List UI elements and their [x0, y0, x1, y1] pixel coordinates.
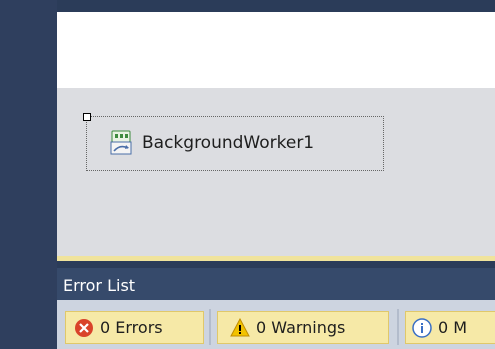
background-worker-icon [110, 130, 132, 155]
messages-label: 0 M [438, 318, 468, 337]
toolbar-separator [209, 309, 211, 345]
component-tray[interactable]: BackgroundWorker1 [57, 88, 495, 256]
error-list-title: Error List [63, 276, 136, 295]
error-list-header: Error List [57, 268, 495, 300]
selection-handle[interactable] [83, 113, 91, 121]
component-label: BackgroundWorker1 [142, 133, 315, 153]
designer-surface[interactable]: BackgroundWorker1 [57, 12, 495, 261]
background-worker-component[interactable]: BackgroundWorker1 [83, 113, 384, 171]
error-list-toolbar: 0 Errors 0 Warnings 0 M [57, 300, 495, 349]
messages-filter-button[interactable]: 0 M [405, 311, 495, 344]
warnings-filter-button[interactable]: 0 Warnings [217, 311, 389, 344]
tray-bottom-border [57, 256, 495, 261]
errors-label: 0 Errors [100, 318, 163, 337]
warnings-label: 0 Warnings [256, 318, 346, 337]
info-icon [412, 318, 432, 338]
warning-icon [230, 318, 250, 337]
toolbar-separator [397, 309, 399, 345]
errors-filter-button[interactable]: 0 Errors [65, 311, 204, 344]
left-sidebar-strip [0, 0, 57, 349]
error-icon [75, 319, 93, 337]
